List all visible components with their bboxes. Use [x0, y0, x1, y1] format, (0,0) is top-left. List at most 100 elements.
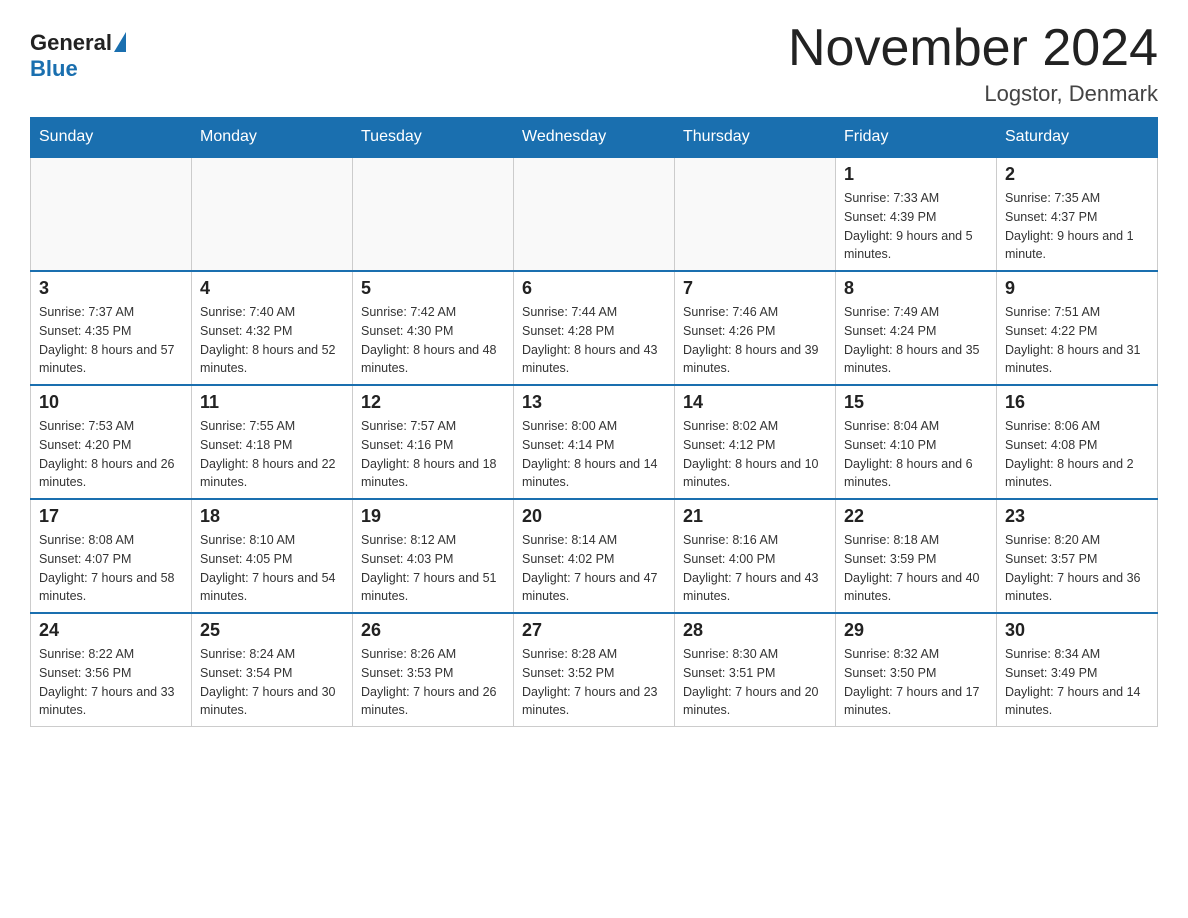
- calendar-cell: 20Sunrise: 8:14 AMSunset: 4:02 PMDayligh…: [514, 499, 675, 613]
- calendar-cell: 19 Sunrise: 8:12 AMSunset: 4:03 PMDayligh…: [353, 499, 514, 613]
- day-number: 24: [39, 620, 183, 641]
- cell-content: 16Sunrise: 8:06 AMSunset: 4:08 PMDayligh…: [1005, 392, 1149, 492]
- cell-content: 18 Sunrise: 8:10 AMSunset: 4:05 PMDayligh…: [200, 506, 344, 606]
- day-info: Sunrise: 8:06 AMSunset: 4:08 PMDaylight:…: [1005, 417, 1149, 492]
- day-number: 11: [200, 392, 344, 413]
- day-number: 29: [844, 620, 988, 641]
- cell-content: 26Sunrise: 8:26 AMSunset: 3:53 PMDayligh…: [361, 620, 505, 720]
- day-info: Sunrise: 8:00 AMSunset: 4:14 PMDaylight:…: [522, 417, 666, 492]
- day-info: Sunrise: 8:12 AMSunset: 4:03 PMDaylight:…: [361, 531, 505, 606]
- day-number: 3: [39, 278, 183, 299]
- cell-content: 27 Sunrise: 8:28 AMSunset: 3:52 PMDayligh…: [522, 620, 666, 720]
- calendar-table: SundayMondayTuesdayWednesdayThursdayFrid…: [30, 117, 1158, 727]
- day-number: 22: [844, 506, 988, 527]
- cell-content: 7Sunrise: 7:46 AMSunset: 4:26 PMDaylight…: [683, 278, 827, 378]
- calendar-cell: 13 Sunrise: 8:00 AMSunset: 4:14 PMDayligh…: [514, 385, 675, 499]
- calendar-cell: 6 Sunrise: 7:44 AMSunset: 4:28 PMDaylight…: [514, 271, 675, 385]
- location-title: Logstor, Denmark: [788, 81, 1158, 107]
- day-info: Sunrise: 8:32 AMSunset: 3:50 PMDaylight:…: [844, 645, 988, 720]
- day-number: 27: [522, 620, 666, 641]
- calendar-cell: 12Sunrise: 7:57 AMSunset: 4:16 PMDayligh…: [353, 385, 514, 499]
- cell-content: 19 Sunrise: 8:12 AMSunset: 4:03 PMDayligh…: [361, 506, 505, 606]
- day-info: Sunrise: 7:57 AMSunset: 4:16 PMDaylight:…: [361, 417, 505, 492]
- day-number: 18: [200, 506, 344, 527]
- calendar-cell: 15 Sunrise: 8:04 AMSunset: 4:10 PMDayligh…: [836, 385, 997, 499]
- day-number: 6: [522, 278, 666, 299]
- day-info: Sunrise: 7:55 AMSunset: 4:18 PMDaylight:…: [200, 417, 344, 492]
- day-number: 5: [361, 278, 505, 299]
- week-row-5: 24 Sunrise: 8:22 AMSunset: 3:56 PMDayligh…: [31, 613, 1158, 727]
- cell-content: 25Sunrise: 8:24 AMSunset: 3:54 PMDayligh…: [200, 620, 344, 720]
- calendar-cell: 10 Sunrise: 7:53 AMSunset: 4:20 PMDayligh…: [31, 385, 192, 499]
- day-info: Sunrise: 7:53 AMSunset: 4:20 PMDaylight:…: [39, 417, 183, 492]
- cell-content: 6 Sunrise: 7:44 AMSunset: 4:28 PMDaylight…: [522, 278, 666, 378]
- cell-content: 2Sunrise: 7:35 AMSunset: 4:37 PMDaylight…: [1005, 164, 1149, 264]
- logo-blue-text: Blue: [30, 56, 78, 82]
- day-info: Sunrise: 7:46 AMSunset: 4:26 PMDaylight:…: [683, 303, 827, 378]
- cell-content: 15 Sunrise: 8:04 AMSunset: 4:10 PMDayligh…: [844, 392, 988, 492]
- calendar-cell: 26Sunrise: 8:26 AMSunset: 3:53 PMDayligh…: [353, 613, 514, 727]
- cell-content: 21Sunrise: 8:16 AMSunset: 4:00 PMDayligh…: [683, 506, 827, 606]
- day-info: Sunrise: 8:20 AMSunset: 3:57 PMDaylight:…: [1005, 531, 1149, 606]
- day-info: Sunrise: 8:10 AMSunset: 4:05 PMDaylight:…: [200, 531, 344, 606]
- day-info: Sunrise: 7:44 AMSunset: 4:28 PMDaylight:…: [522, 303, 666, 378]
- calendar-cell: 17Sunrise: 8:08 AMSunset: 4:07 PMDayligh…: [31, 499, 192, 613]
- cell-content: 29 Sunrise: 8:32 AMSunset: 3:50 PMDayligh…: [844, 620, 988, 720]
- cell-content: 28Sunrise: 8:30 AMSunset: 3:51 PMDayligh…: [683, 620, 827, 720]
- cell-content: 17Sunrise: 8:08 AMSunset: 4:07 PMDayligh…: [39, 506, 183, 606]
- day-info: Sunrise: 8:24 AMSunset: 3:54 PMDaylight:…: [200, 645, 344, 720]
- day-number: 13: [522, 392, 666, 413]
- cell-content: 30Sunrise: 8:34 AMSunset: 3:49 PMDayligh…: [1005, 620, 1149, 720]
- header-wednesday: Wednesday: [514, 118, 675, 158]
- day-info: Sunrise: 7:40 AMSunset: 4:32 PMDaylight:…: [200, 303, 344, 378]
- calendar-cell: 4Sunrise: 7:40 AMSunset: 4:32 PMDaylight…: [192, 271, 353, 385]
- day-number: 15: [844, 392, 988, 413]
- day-info: Sunrise: 8:28 AMSunset: 3:52 PMDaylight:…: [522, 645, 666, 720]
- calendar-cell: 27 Sunrise: 8:28 AMSunset: 3:52 PMDayligh…: [514, 613, 675, 727]
- calendar-cell: 24 Sunrise: 8:22 AMSunset: 3:56 PMDayligh…: [31, 613, 192, 727]
- day-number: 10: [39, 392, 183, 413]
- cell-content: 12Sunrise: 7:57 AMSunset: 4:16 PMDayligh…: [361, 392, 505, 492]
- day-info: Sunrise: 8:02 AMSunset: 4:12 PMDaylight:…: [683, 417, 827, 492]
- day-info: Sunrise: 7:33 AMSunset: 4:39 PMDaylight:…: [844, 189, 988, 264]
- day-number: 26: [361, 620, 505, 641]
- cell-content: 10 Sunrise: 7:53 AMSunset: 4:20 PMDayligh…: [39, 392, 183, 492]
- calendar-cell: 22Sunrise: 8:18 AMSunset: 3:59 PMDayligh…: [836, 499, 997, 613]
- calendar-cell: 1Sunrise: 7:33 AMSunset: 4:39 PMDaylight…: [836, 157, 997, 271]
- day-number: 14: [683, 392, 827, 413]
- day-number: 28: [683, 620, 827, 641]
- day-number: 30: [1005, 620, 1149, 641]
- cell-content: 22Sunrise: 8:18 AMSunset: 3:59 PMDayligh…: [844, 506, 988, 606]
- cell-content: 24 Sunrise: 8:22 AMSunset: 3:56 PMDayligh…: [39, 620, 183, 720]
- calendar-cell: 18 Sunrise: 8:10 AMSunset: 4:05 PMDayligh…: [192, 499, 353, 613]
- day-info: Sunrise: 8:04 AMSunset: 4:10 PMDaylight:…: [844, 417, 988, 492]
- calendar-cell: 14 Sunrise: 8:02 AMSunset: 4:12 PMDayligh…: [675, 385, 836, 499]
- header-monday: Monday: [192, 118, 353, 158]
- calendar-cell: 2Sunrise: 7:35 AMSunset: 4:37 PMDaylight…: [997, 157, 1158, 271]
- calendar-cell: 5 Sunrise: 7:42 AMSunset: 4:30 PMDaylight…: [353, 271, 514, 385]
- calendar-cell: 21Sunrise: 8:16 AMSunset: 4:00 PMDayligh…: [675, 499, 836, 613]
- day-number: 20: [522, 506, 666, 527]
- cell-content: 4Sunrise: 7:40 AMSunset: 4:32 PMDaylight…: [200, 278, 344, 378]
- cell-content: 9 Sunrise: 7:51 AMSunset: 4:22 PMDaylight…: [1005, 278, 1149, 378]
- cell-content: 11 Sunrise: 7:55 AMSunset: 4:18 PMDayligh…: [200, 392, 344, 492]
- calendar-cell: [31, 157, 192, 271]
- day-info: Sunrise: 8:22 AMSunset: 3:56 PMDaylight:…: [39, 645, 183, 720]
- calendar-cell: 23Sunrise: 8:20 AMSunset: 3:57 PMDayligh…: [997, 499, 1158, 613]
- calendar-cell: 8Sunrise: 7:49 AMSunset: 4:24 PMDaylight…: [836, 271, 997, 385]
- day-number: 21: [683, 506, 827, 527]
- day-info: Sunrise: 7:42 AMSunset: 4:30 PMDaylight:…: [361, 303, 505, 378]
- cell-content: 14 Sunrise: 8:02 AMSunset: 4:12 PMDayligh…: [683, 392, 827, 492]
- calendar-cell: 7Sunrise: 7:46 AMSunset: 4:26 PMDaylight…: [675, 271, 836, 385]
- title-area: November 2024 Logstor, Denmark: [788, 20, 1158, 107]
- day-info: Sunrise: 7:37 AMSunset: 4:35 PMDaylight:…: [39, 303, 183, 378]
- calendar-cell: 25Sunrise: 8:24 AMSunset: 3:54 PMDayligh…: [192, 613, 353, 727]
- header-tuesday: Tuesday: [353, 118, 514, 158]
- day-info: Sunrise: 8:08 AMSunset: 4:07 PMDaylight:…: [39, 531, 183, 606]
- day-info: Sunrise: 7:51 AMSunset: 4:22 PMDaylight:…: [1005, 303, 1149, 378]
- day-number: 19: [361, 506, 505, 527]
- logo: General Blue: [30, 30, 126, 82]
- cell-content: 20Sunrise: 8:14 AMSunset: 4:02 PMDayligh…: [522, 506, 666, 606]
- day-number: 8: [844, 278, 988, 299]
- day-number: 9: [1005, 278, 1149, 299]
